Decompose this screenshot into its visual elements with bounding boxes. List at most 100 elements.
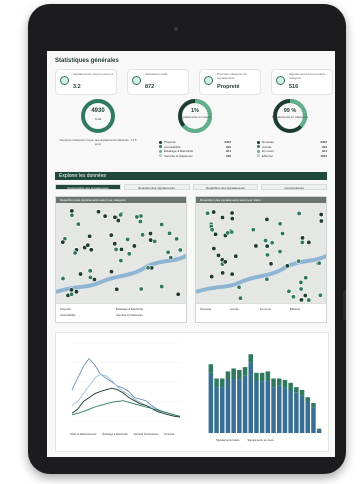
map-marker[interactable] — [264, 252, 270, 258]
map-marker[interactable] — [253, 243, 259, 249]
map-marker[interactable] — [229, 271, 235, 277]
map-marker[interactable] — [125, 236, 131, 242]
tab-comments[interactable]: Commentaires — [261, 184, 327, 190]
map-marker[interactable] — [263, 238, 269, 244]
map-marker[interactable] — [237, 295, 243, 301]
map-marker[interactable] — [75, 221, 81, 227]
map-marker[interactable] — [159, 222, 165, 228]
map-marker[interactable] — [303, 275, 309, 281]
map-marker[interactable] — [174, 236, 180, 242]
map-marker[interactable] — [152, 238, 158, 244]
map-marker[interactable] — [264, 216, 270, 222]
map-marker[interactable] — [118, 212, 124, 218]
map-marker[interactable] — [137, 219, 143, 225]
map-marker[interactable] — [87, 274, 93, 280]
map-marker[interactable] — [114, 286, 120, 292]
map-marker[interactable] — [177, 247, 183, 253]
map-marker[interactable] — [277, 221, 283, 227]
map-marker[interactable] — [118, 258, 124, 264]
map-marker[interactable] — [73, 289, 79, 295]
map-marker[interactable] — [69, 212, 75, 218]
map-marker[interactable] — [219, 214, 225, 220]
map-marker[interactable] — [165, 249, 171, 255]
map-marker[interactable] — [211, 246, 217, 252]
map-marker[interactable] — [167, 230, 173, 236]
map-marker[interactable] — [250, 227, 256, 233]
map-marker[interactable] — [138, 213, 144, 219]
map-marker[interactable] — [68, 287, 74, 293]
map-marker[interactable] — [87, 233, 93, 239]
map-marker[interactable] — [302, 293, 308, 299]
map-marker[interactable] — [268, 261, 274, 267]
map-marker[interactable] — [112, 214, 118, 220]
map-marker[interactable] — [316, 260, 322, 266]
map-marker[interactable] — [72, 250, 78, 256]
map-marker[interactable] — [95, 209, 101, 215]
map-marker[interactable] — [280, 231, 286, 237]
map-marker[interactable] — [209, 227, 215, 233]
map-marker[interactable] — [299, 239, 305, 245]
map-marker[interactable] — [317, 292, 323, 298]
map-marker[interactable] — [148, 237, 154, 243]
map-marker[interactable] — [145, 265, 151, 271]
map-marker[interactable] — [88, 247, 94, 253]
map-marker[interactable] — [138, 286, 144, 292]
map-marker[interactable] — [159, 284, 165, 290]
tab-distribution[interactable]: Répartition des signalements — [192, 184, 259, 190]
map-marker[interactable] — [118, 246, 124, 252]
map-marker[interactable] — [296, 258, 302, 264]
map-marker[interactable] — [78, 271, 84, 277]
map-marker[interactable] — [264, 243, 270, 249]
map-marker[interactable] — [126, 251, 132, 257]
map-marker[interactable] — [229, 210, 235, 216]
map-marker[interactable] — [318, 218, 324, 224]
map-marker[interactable] — [69, 208, 75, 214]
map-marker[interactable] — [140, 232, 146, 238]
map-marker[interactable] — [113, 246, 119, 252]
map-marker[interactable] — [269, 240, 275, 246]
map-marker[interactable] — [69, 291, 75, 297]
map-marker[interactable] — [213, 231, 219, 237]
map-marker[interactable] — [225, 230, 231, 236]
map-marker[interactable] — [112, 241, 118, 247]
map-marker[interactable] — [229, 216, 235, 222]
map-marker[interactable] — [85, 242, 91, 248]
map-by-status[interactable]: Répartition des signalements selon leur … — [195, 196, 327, 323]
map-marker[interactable] — [209, 274, 215, 280]
map-marker[interactable] — [168, 255, 174, 261]
map-marker[interactable] — [298, 297, 304, 303]
map-marker[interactable] — [236, 284, 242, 290]
map-marker[interactable] — [298, 286, 304, 292]
map-marker[interactable] — [277, 249, 283, 255]
map-marker[interactable] — [306, 297, 312, 303]
map-marker[interactable] — [87, 268, 93, 274]
map-by-category[interactable]: Répartition des signalements selon leur … — [55, 196, 187, 323]
map-marker[interactable] — [134, 214, 140, 220]
map-marker[interactable] — [131, 243, 137, 249]
map-marker[interactable] — [284, 263, 290, 269]
map-marker[interactable] — [290, 294, 296, 300]
map-marker[interactable] — [296, 210, 302, 216]
map-marker[interactable] — [175, 291, 181, 297]
map-marker[interactable] — [108, 269, 114, 275]
map-marker[interactable] — [115, 218, 121, 224]
map-marker[interactable] — [215, 252, 221, 258]
tab-evolution[interactable]: Évolution des signalements — [123, 184, 190, 190]
map-marker[interactable] — [147, 231, 153, 237]
map-marker[interactable] — [205, 210, 211, 216]
map-marker[interactable] — [220, 270, 226, 276]
map-marker[interactable] — [286, 288, 292, 294]
map-marker[interactable] — [211, 209, 217, 215]
map-marker[interactable] — [318, 211, 324, 217]
tab-cartography[interactable]: Cartographie des signalements — [55, 184, 121, 190]
map-marker[interactable] — [306, 239, 312, 245]
map-marker[interactable] — [298, 279, 304, 285]
map-marker[interactable] — [60, 276, 66, 282]
map-marker[interactable] — [264, 276, 270, 282]
map-marker[interactable] — [233, 253, 239, 259]
map-marker[interactable] — [229, 229, 235, 235]
map-marker[interactable] — [91, 277, 97, 283]
map-marker[interactable] — [60, 239, 66, 245]
map-marker[interactable] — [102, 213, 108, 219]
map-marker[interactable] — [300, 235, 306, 241]
